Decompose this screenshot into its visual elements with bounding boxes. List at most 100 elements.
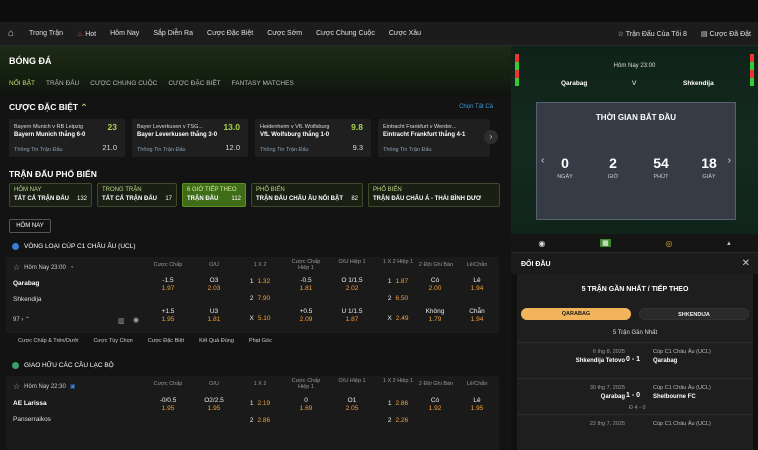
- popular-chip[interactable]: HÔM NAY TẤT CẢ TRẬN ĐẤU 132: [9, 183, 92, 207]
- odds-cell[interactable]: -0.5 1.81: [287, 277, 325, 292]
- h2h-game-row[interactable]: 22 thg 7, 2025 Cúp C1 Châu Âu (UCL): [517, 414, 753, 450]
- h2h-tab-away[interactable]: SHKENDIJA: [639, 308, 749, 320]
- nav-early-bets[interactable]: Cược Sớm: [260, 30, 309, 37]
- my-matches-link[interactable]: ☆ Trận Đấu Của Tôi 8: [611, 30, 694, 38]
- odds-cell[interactable]: +1.5 1.95: [149, 308, 187, 323]
- odds-cell[interactable]: 1 2.86: [379, 400, 417, 407]
- odds-cell[interactable]: Có 2.00: [416, 277, 454, 292]
- play-video-icon[interactable]: ◉: [538, 239, 545, 248]
- nav-upcoming[interactable]: Sắp Diễn Ra: [146, 30, 200, 37]
- placed-bets-link[interactable]: ▤ Cược Đã Đặt: [694, 30, 758, 38]
- filter-handicap[interactable]: Cược Chấp & Trên/Dưới: [18, 338, 78, 344]
- odds-cell[interactable]: +0.5 2.09: [287, 308, 325, 323]
- odds-cell[interactable]: 2 6.50: [379, 295, 417, 302]
- pitch-view-icon[interactable]: ▦: [600, 239, 611, 247]
- odds-cell[interactable]: -0/0.5 1.95: [149, 397, 187, 412]
- tracker-home: Qarabag: [561, 80, 588, 87]
- odds-cell[interactable]: X 2.49: [379, 315, 417, 322]
- today-filter-pill[interactable]: HÔM NAY: [9, 219, 51, 233]
- nav-hot[interactable]: ♨ Hot: [70, 30, 103, 38]
- h2h-header: ĐỐI ĐẦU ✕: [511, 252, 758, 274]
- h2h-subtitle: 5 TRẬN GẦN NHẤT / TIẾP THEO: [581, 286, 689, 293]
- nav-today[interactable]: Hôm Nay: [103, 30, 146, 37]
- odds-cell[interactable]: Chẵn 1.94: [458, 308, 496, 323]
- match-time: ☆ Hôm Nay 23:00 ◔: [13, 263, 74, 272]
- tab-specials[interactable]: CƯỢC ĐẶC BIỆT: [168, 80, 220, 87]
- close-icon[interactable]: ✕: [742, 258, 750, 269]
- odds-cell[interactable]: -1.5 1.97: [149, 277, 187, 292]
- away-team[interactable]: Shkendija: [13, 296, 42, 303]
- sport-tabs: NỔI BẬT TRẬN ĐẤU CƯỢC CHUNG CUỘC CƯỢC ĐẶ…: [9, 80, 294, 87]
- h2h-tab-home[interactable]: QARABAG: [521, 308, 631, 320]
- filter-specials[interactable]: Cược Đặc Biệt: [148, 338, 184, 344]
- nav-outrights[interactable]: Cược Chung Cuộc: [309, 30, 382, 37]
- nav-special-bets[interactable]: Cược Đặc Biệt: [200, 30, 260, 37]
- filter-custom[interactable]: Cược Tùy Chọn: [93, 338, 132, 344]
- odds-cell[interactable]: Có 1.92: [416, 397, 454, 412]
- more-markets-count[interactable]: 97 › ⌃: [13, 316, 30, 323]
- collapse-chevron-icon[interactable]: ▴: [727, 239, 731, 247]
- sport-header: BÓNG ĐÁ NỔI BẬT TRẬN ĐẤU CƯỢC CHUNG CUỘC…: [0, 46, 511, 98]
- popular-chip[interactable]: 6 GIỜ TIẾP THEO TRẬN ĐẤU 112: [182, 183, 246, 207]
- h2h-game-row[interactable]: 6 thg 8, 2025 Shkendija Tetovo 0 - 1 Cúp…: [517, 342, 753, 378]
- special-card[interactable]: Bayer Leverkusen v TSG... Bayer Leverkus…: [132, 119, 248, 157]
- tracker-toggles: ◉ ▦ ◎ ▴: [511, 234, 758, 252]
- countdown-box: THỜI GIAN BẮT ĐẦU ‹ › 0 NGÀY 2 GIỜ 54 PHÚT …: [536, 102, 736, 220]
- h2h-panel: 5 TRẬN GẦN NHẤT / TIẾP THEO QARABAG SHKE…: [517, 274, 753, 450]
- stats-icon[interactable]: ▥: [118, 317, 125, 325]
- odds-cell[interactable]: Không 1.79: [416, 308, 454, 323]
- filter-corners[interactable]: Phạt Góc: [249, 338, 272, 344]
- tab-featured[interactable]: NỔI BẬT: [9, 80, 35, 87]
- nav-in-play[interactable]: Trong Trận: [22, 30, 70, 37]
- odds-cell[interactable]: Lẻ 1.95: [458, 397, 496, 412]
- carousel-next-button[interactable]: ›: [484, 130, 498, 144]
- odds-cell[interactable]: 2 2.86: [241, 417, 279, 424]
- play-icon[interactable]: ◉: [133, 316, 139, 324]
- special-card[interactable]: Bayern Munich v RB Leipzig Bayern Munich…: [9, 119, 125, 157]
- popular-chip[interactable]: PHỔ BIẾN TRẬN ĐẤU CHÂU Á - THÁI BÌNH DƯƠ: [368, 183, 500, 207]
- tracker-away: Shkendija: [683, 80, 714, 87]
- nav-parlay[interactable]: Cược Xâu: [382, 30, 428, 37]
- home-icon[interactable]: ⌂: [0, 28, 22, 39]
- odds-cell[interactable]: 1 1.87: [379, 278, 417, 285]
- home-team[interactable]: AE Larissa: [13, 400, 47, 407]
- odds-cell[interactable]: O 1/1.5 2.02: [333, 277, 371, 292]
- match-time: ☆ Hôm Nay 22:30 ▣: [13, 382, 76, 391]
- match-side-panel: Hôm Nay 23:00 Qarabag V Shkendija THỜI G…: [511, 46, 758, 450]
- chevron-right-icon: ›: [21, 317, 24, 323]
- popular-chip[interactable]: PHỔ BIẾN TRẬN ĐẤU CHÂU ÂU NỔI BẬT 82: [251, 183, 363, 207]
- odds-cell[interactable]: Lẻ 1.94: [458, 277, 496, 292]
- stats-toggle-icon[interactable]: ◎: [665, 239, 672, 248]
- prev-arrow-icon[interactable]: ‹: [541, 155, 544, 166]
- home-team[interactable]: Qarabag: [13, 280, 39, 287]
- special-card[interactable]: Heidenheim v VfL Wolfsburg VfL Wolfsburg…: [255, 119, 371, 157]
- league-header[interactable]: GIAO HỮU CÁC CÂU LẠC BỘ: [12, 362, 114, 369]
- odds-cell[interactable]: 1 2.19: [241, 400, 279, 407]
- odds-cell[interactable]: 2 2.26: [379, 417, 417, 424]
- away-team[interactable]: Panserraikos: [13, 416, 51, 423]
- odds-cell[interactable]: O2/2.5 1.95: [195, 397, 233, 412]
- popular-chip[interactable]: TRONG TRẬN TẤT CẢ TRẬN ĐẤU 17: [97, 183, 177, 207]
- odds-cell[interactable]: U3 1.81: [195, 308, 233, 323]
- tab-matches[interactable]: TRẬN ĐẤU: [46, 80, 79, 87]
- h2h-game-row[interactable]: 30 thg 7, 2025 Qarabag 1 - 0 Cúp C1 Châu…: [517, 378, 753, 414]
- tab-fantasy[interactable]: FANTASY MATCHES: [232, 80, 294, 87]
- h2h-title: ĐỐI ĐẦU: [521, 261, 551, 268]
- tracker-vs: V: [632, 80, 637, 87]
- popular-title: TRẬN ĐẤU PHỔ BIẾN: [9, 169, 97, 179]
- filter-correct-score[interactable]: Kết Quả Đúng: [199, 338, 234, 344]
- favorite-star-icon[interactable]: ☆: [13, 382, 20, 391]
- favorite-star-icon[interactable]: ☆: [13, 263, 20, 272]
- league-header[interactable]: VÒNG LOẠI CÚP C1 CHÂU ÂU (UCL): [12, 243, 135, 250]
- odds-cell[interactable]: O1 2.05: [333, 397, 371, 412]
- odds-cell[interactable]: 0 1.69: [287, 397, 325, 412]
- odds-cell[interactable]: 2 7.90: [241, 295, 279, 302]
- odds-cell[interactable]: 1 1.32: [241, 278, 279, 285]
- special-card[interactable]: Eintracht Frankfurt v Werder... Eintrach…: [378, 119, 490, 157]
- tab-outrights[interactable]: CƯỢC CHUNG CUỘC: [90, 80, 157, 87]
- match-card: ☆ Hôm Nay 22:30 ▣ Cược Chấp O/U 1 X 2 Cư…: [6, 376, 499, 450]
- view-all-link[interactable]: Chọn Tất Cả: [459, 104, 493, 110]
- odds-cell[interactable]: U 1/1.5 1.87: [333, 308, 371, 323]
- odds-cell[interactable]: X 5.10: [241, 315, 279, 322]
- odds-cell[interactable]: O3 2.03: [195, 277, 233, 292]
